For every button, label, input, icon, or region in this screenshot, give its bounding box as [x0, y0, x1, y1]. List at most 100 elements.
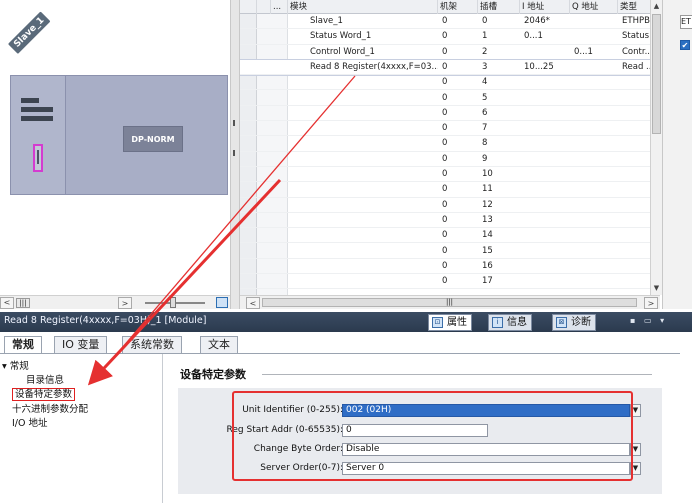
cell-i-address[interactable]: [522, 121, 570, 136]
cell-slot[interactable]: 4: [480, 75, 520, 90]
cell-i-address[interactable]: [522, 228, 570, 243]
cell-module[interactable]: [290, 182, 438, 197]
scroll-right-icon[interactable]: >: [118, 297, 132, 309]
cell-module[interactable]: Status Word_1: [290, 29, 438, 44]
table-row[interactable]: 05: [240, 91, 660, 106]
device-scroll-thumb[interactable]: |||: [16, 298, 30, 308]
cell-rack[interactable]: 0: [440, 259, 478, 274]
cell-q-address[interactable]: [572, 75, 618, 90]
table-scroll-left-icon[interactable]: <: [246, 297, 260, 309]
scroll-down-icon[interactable]: ▼: [651, 282, 662, 294]
cell-q-address[interactable]: [572, 259, 618, 274]
table-row[interactable]: 04: [240, 75, 660, 91]
cell-module[interactable]: [290, 75, 438, 90]
cell-slot[interactable]: 7: [480, 121, 520, 136]
cell-slot[interactable]: 3: [480, 60, 520, 75]
cell-module[interactable]: [290, 198, 438, 213]
cell-q-address[interactable]: [572, 91, 618, 106]
cell-rack[interactable]: 0: [440, 136, 478, 151]
cell-i-address[interactable]: 10...25: [522, 60, 570, 75]
cell-q-address[interactable]: [572, 274, 618, 289]
cell-q-address[interactable]: [572, 29, 618, 44]
reg-start-addr-input[interactable]: 0: [342, 424, 488, 437]
cell-rack[interactable]: 0: [440, 228, 478, 243]
cell-i-address[interactable]: [522, 152, 570, 167]
table-horizontal-scrollbar[interactable]: < ||| >: [240, 295, 660, 309]
header-filter-icon[interactable]: Y: [257, 0, 271, 14]
tree-item-device-params[interactable]: 设备特定参数: [12, 386, 76, 401]
cell-i-address[interactable]: [522, 167, 570, 182]
overview-navigation-icon[interactable]: [216, 297, 228, 308]
header-rack[interactable]: 机架: [438, 0, 478, 14]
table-scroll-right-icon[interactable]: >: [644, 297, 658, 309]
view-splitter[interactable]: [230, 0, 240, 309]
cell-q-address[interactable]: [572, 106, 618, 121]
cell-q-address[interactable]: [572, 121, 618, 136]
cell-module[interactable]: [290, 121, 438, 136]
cell-slot[interactable]: 16: [480, 259, 520, 274]
table-row[interactable]: 06: [240, 106, 660, 122]
cell-rack[interactable]: 0: [440, 106, 478, 121]
table-row[interactable]: 08: [240, 136, 660, 152]
cell-q-address[interactable]: [572, 228, 618, 243]
cell-module[interactable]: [290, 106, 438, 121]
table-vertical-scrollbar[interactable]: ▲ ▼: [650, 0, 662, 295]
table-row[interactable]: Control Word_1 0 2 0...1 Contr...: [240, 45, 660, 60]
cell-q-address[interactable]: [572, 14, 618, 29]
change-byte-order-select[interactable]: Disable: [342, 443, 630, 456]
cell-i-address[interactable]: [522, 136, 570, 151]
cell-rack[interactable]: 0: [440, 45, 478, 60]
cell-i-address[interactable]: [522, 75, 570, 90]
cell-rack[interactable]: 0: [440, 29, 478, 44]
table-row[interactable]: 09: [240, 152, 660, 167]
tree-root-general[interactable]: ▾ 常规: [2, 358, 29, 372]
tree-item-io-address[interactable]: I/O 地址: [12, 415, 48, 429]
cell-i-address[interactable]: [522, 213, 570, 228]
change-byte-order-dropdown-icon[interactable]: ▼: [630, 443, 641, 456]
device-view-scrollbar[interactable]: < ||| >: [0, 295, 230, 309]
cell-module[interactable]: [290, 244, 438, 259]
table-row[interactable]: 0 11: [240, 182, 660, 198]
cell-module[interactable]: Read 8 Register(4xxxx,F=03...: [290, 60, 438, 75]
cell-rack[interactable]: 0: [440, 213, 478, 228]
table-row[interactable]: Read 8 Register(4xxxx,F=03... 0 3 10...25 Re…: [240, 58, 660, 77]
cell-q-address[interactable]: 0...1: [572, 45, 618, 60]
device-overview-table[interactable]: Y ... 模块 机架 插槽 I 地址 Q 地址 类型 Slave_100204…: [240, 0, 660, 295]
cell-slot[interactable]: 10: [480, 167, 520, 182]
cell-module[interactable]: [290, 167, 438, 182]
tree-item-hex-params[interactable]: 十六进制参数分配: [12, 401, 88, 415]
device-view[interactable]: Slave_1 DP-NORM: [0, 0, 230, 295]
tree-expand-icon[interactable]: ▾: [2, 361, 10, 372]
cell-q-address[interactable]: [572, 198, 618, 213]
cell-module[interactable]: [290, 274, 438, 289]
table-row[interactable]: 0 16: [240, 259, 660, 275]
table-row[interactable]: 0 10: [240, 167, 660, 183]
cell-q-address[interactable]: [572, 136, 618, 151]
cell-i-address[interactable]: [522, 106, 570, 121]
cell-i-address[interactable]: [522, 182, 570, 197]
cell-i-address[interactable]: [522, 198, 570, 213]
device-graphic[interactable]: DP-NORM: [10, 75, 228, 195]
table-row[interactable]: 07: [240, 121, 660, 137]
server-order-dropdown-icon[interactable]: ▼: [630, 462, 641, 475]
cell-slot[interactable]: 13: [480, 213, 520, 228]
table-row[interactable]: 0 17: [240, 274, 660, 290]
device-name-label[interactable]: Slave_1: [8, 11, 51, 54]
cell-rack[interactable]: 0: [440, 121, 478, 136]
cell-q-address[interactable]: [572, 244, 618, 259]
cell-rack[interactable]: 0: [440, 244, 478, 259]
header-q-address[interactable]: Q 地址: [570, 0, 618, 14]
cell-slot[interactable]: 0: [480, 14, 520, 29]
cell-i-address[interactable]: [522, 274, 570, 289]
cell-module[interactable]: [290, 228, 438, 243]
cell-module[interactable]: Control Word_1: [290, 45, 438, 60]
cell-i-address[interactable]: 2046*: [522, 14, 570, 29]
cell-i-address[interactable]: 0...1: [522, 29, 570, 44]
cell-module[interactable]: [290, 152, 438, 167]
scroll-up-icon[interactable]: ▲: [651, 0, 662, 12]
cell-slot[interactable]: 14: [480, 228, 520, 243]
header-slot[interactable]: 插槽: [478, 0, 520, 14]
cell-slot[interactable]: 8: [480, 136, 520, 151]
right-panel-checkbox[interactable]: ✔: [680, 40, 690, 50]
table-row[interactable]: 0 12: [240, 198, 660, 213]
